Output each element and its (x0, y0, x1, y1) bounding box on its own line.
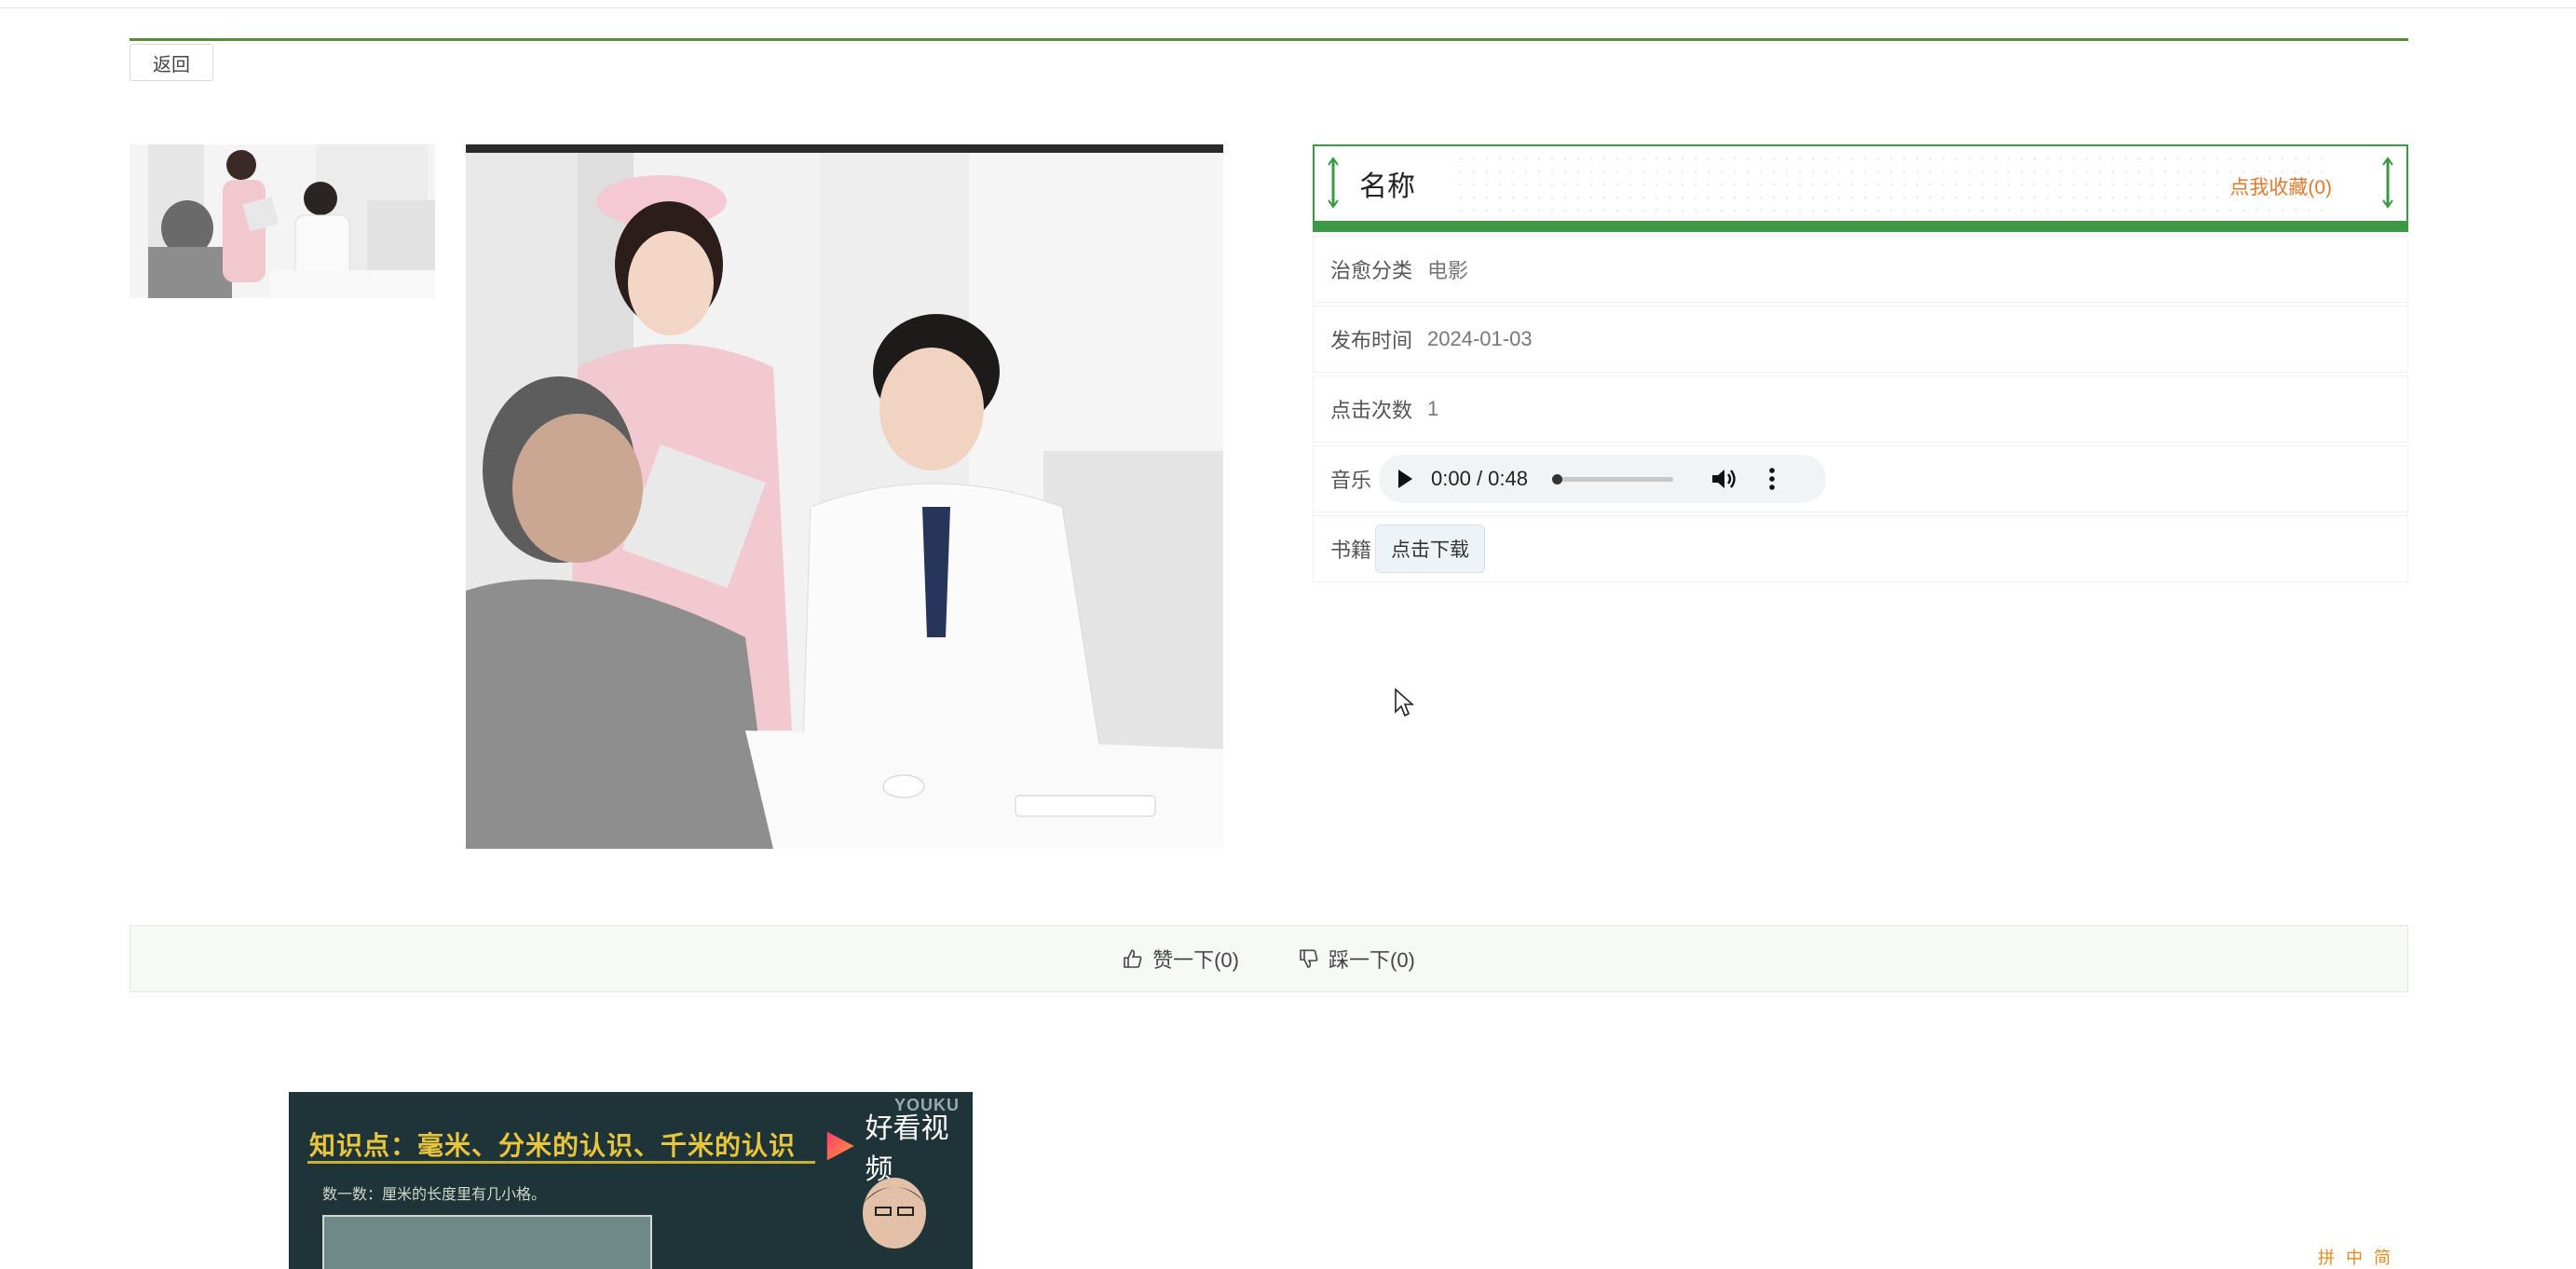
header-pattern (1454, 152, 2332, 215)
video-thumbnail[interactable]: 知识点：毫米、分米的认识、千米的认识 数一数：厘米的长度里有几小格。 好看视频 … (289, 1092, 973, 1269)
vote-bar: 赞一下(0) 踩一下(0) (129, 925, 2408, 992)
video-watermark: YOUKU (893, 1096, 960, 1114)
dislike-button[interactable]: 踩一下(0) (1299, 944, 1415, 974)
video-subtitle-text: 数一数：厘米的长度里有几小格。 (322, 1187, 547, 1203)
ime-tray[interactable]: 拼 中 简 (2318, 1249, 2402, 1269)
audio-player[interactable]: 0:00 / 0:48 (1379, 455, 1827, 503)
field-label: 发布时间 (1330, 329, 1413, 352)
field-label: 书籍 (1330, 539, 1372, 562)
detail-row-clicks: 点击次数 1 (1313, 375, 2408, 443)
field-value: 1 (1427, 397, 1439, 420)
video-board (322, 1215, 652, 1269)
thumbs-down-icon (1300, 949, 1318, 968)
volume-icon[interactable] (1711, 467, 1737, 491)
field-label: 治愈分类 (1330, 259, 1413, 282)
page-title: 名称 (1359, 171, 1415, 202)
dislike-label: 踩一下(0) (1329, 948, 1415, 972)
double-arrow-icon (2382, 157, 2393, 209)
back-button[interactable]: 返回 (129, 44, 213, 81)
like-label: 赞一下(0) (1152, 948, 1239, 972)
header-rule (129, 38, 2408, 41)
top-divider (0, 7, 2576, 8)
thumbnail-image[interactable] (129, 144, 435, 298)
video-title-text: 知识点：毫米、分米的认识、千米的认识 (309, 1131, 797, 1160)
header-accent-bar (1313, 221, 2408, 232)
video-brand: 好看视频 (822, 1105, 973, 1187)
double-arrow-icon (1328, 157, 1339, 209)
tray-item[interactable]: 拼 (2318, 1245, 2335, 1269)
audio-time: 0:00 / 0:48 (1431, 467, 1528, 490)
video-title-underline (307, 1161, 815, 1164)
tray-item[interactable]: 简 (2374, 1245, 2391, 1269)
field-label: 点击次数 (1330, 399, 1413, 422)
mouse-cursor-icon (1395, 688, 1414, 717)
detail-row-book: 书籍 点击下载 (1313, 515, 2408, 582)
video-brand-label: 好看视频 (865, 1113, 949, 1185)
like-button[interactable]: 赞一下(0) (1123, 944, 1239, 974)
detail-row-publish-date: 发布时间 2024-01-03 (1313, 306, 2408, 373)
download-button[interactable]: 点击下载 (1375, 525, 1486, 573)
play-logo-icon (826, 1131, 854, 1161)
detail-header: 名称 点我收藏(0) (1313, 144, 2408, 232)
video-presenter (863, 1178, 926, 1249)
detail-row-music: 音乐 0:00 / 0:48 (1313, 445, 2408, 512)
more-options-icon[interactable] (1768, 467, 1776, 491)
detail-row-category: 治愈分类 电影 (1313, 236, 2408, 303)
play-icon[interactable] (1396, 469, 1414, 489)
thumbs-up-icon (1124, 949, 1142, 968)
audio-progress-knob[interactable] (1551, 473, 1562, 484)
field-value: 电影 (1427, 259, 1469, 282)
main-image (466, 144, 1223, 849)
audio-progress-slider[interactable] (1551, 473, 1673, 484)
favorite-link[interactable]: 点我收藏(0) (2229, 172, 2332, 200)
field-value: 2024-01-03 (1427, 327, 1533, 350)
tray-item[interactable]: 中 (2346, 1245, 2363, 1269)
field-label: 音乐 (1330, 469, 1372, 492)
